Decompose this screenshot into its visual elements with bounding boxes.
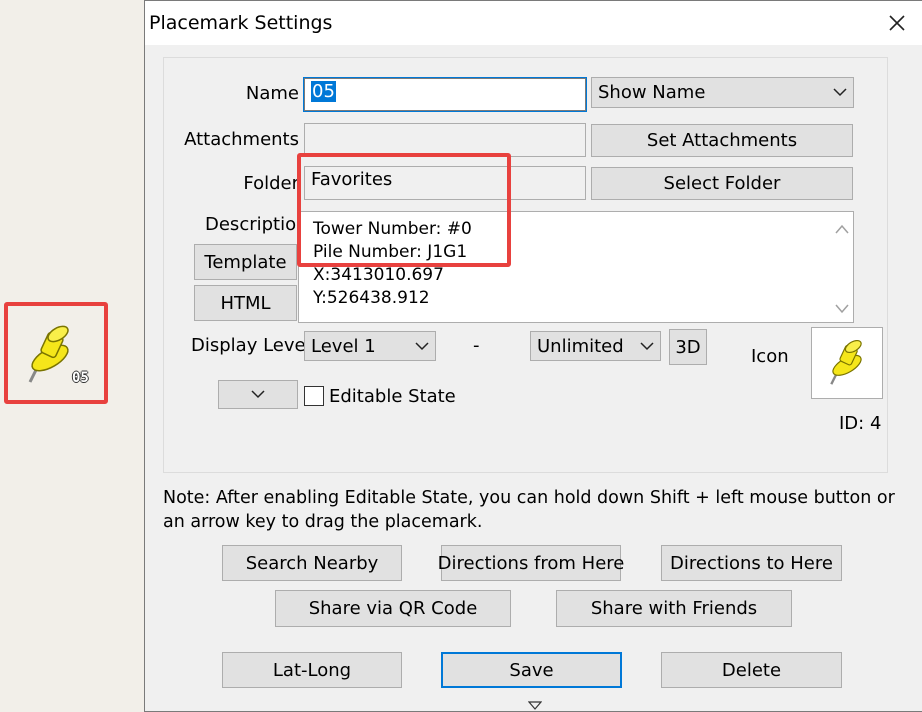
description-line: Tower Number: #0 — [313, 219, 472, 239]
chevron-down-icon — [415, 341, 429, 350]
chevron-down-icon — [833, 88, 847, 97]
close-button[interactable] — [882, 8, 912, 38]
share-qr-code-button[interactable]: Share via QR Code — [275, 590, 511, 627]
display-level-separator: - — [473, 335, 480, 356]
attachments-label: Attachments — [184, 129, 299, 150]
map-placemark-highlight[interactable]: 05 — [4, 302, 108, 404]
search-nearby-button[interactable]: Search Nearby — [222, 545, 402, 581]
description-textarea[interactable]: Tower Number: #0 Pile Number: J1G1 X:341… — [298, 211, 854, 323]
icon-id-label: ID: 4 — [839, 413, 882, 434]
icon-label: Icon — [751, 346, 789, 367]
pushpin-icon — [830, 339, 862, 385]
display-level-min-dropdown[interactable]: Level 1 — [304, 331, 436, 361]
close-icon — [889, 15, 905, 31]
dialog-title: Placemark Settings — [149, 12, 333, 34]
display-level-max-value: Unlimited — [537, 335, 624, 357]
lat-long-button[interactable]: Lat-Long — [222, 652, 402, 688]
chevron-down-icon — [251, 390, 265, 399]
scroll-down-icon[interactable] — [835, 304, 849, 314]
chevron-down-icon — [640, 341, 654, 350]
html-button[interactable]: HTML — [194, 285, 297, 321]
pushpin-icon[interactable] — [22, 324, 78, 386]
display-level-label: Display Level — [191, 335, 311, 356]
delete-button[interactable]: Delete — [661, 652, 842, 688]
3d-button[interactable]: 3D — [669, 329, 707, 365]
editable-state-checkbox[interactable] — [304, 386, 324, 406]
description-label: Description — [205, 214, 308, 235]
title-bar: Placemark Settings — [145, 1, 922, 45]
save-button[interactable]: Save — [441, 652, 622, 688]
share-with-friends-button[interactable]: Share with Friends — [556, 590, 792, 627]
scroll-up-icon[interactable] — [835, 224, 849, 234]
expand-down-icon[interactable] — [528, 701, 542, 710]
display-level-max-dropdown[interactable]: Unlimited — [530, 331, 661, 361]
select-folder-button[interactable]: Select Folder — [591, 167, 853, 200]
placemark-settings-dialog: Placemark Settings Name 05 Show Name Att… — [144, 0, 922, 712]
description-line: X:3413010.697 — [313, 265, 444, 285]
display-level-min-value: Level 1 — [311, 335, 376, 357]
directions-to-here-button[interactable]: Directions to Here — [661, 545, 842, 581]
name-input[interactable]: 05 — [303, 77, 587, 112]
placemark-label: 05 — [72, 370, 89, 386]
editable-state-note: Note: After enabling Editable State, you… — [163, 488, 895, 532]
description-line: Pile Number: J1G1 — [313, 242, 468, 262]
name-display-dropdown[interactable]: Show Name — [591, 77, 854, 108]
description-line: Y:526438.912 — [313, 288, 430, 308]
folder-label: Folder — [243, 173, 299, 194]
editable-state-label: Editable State — [329, 386, 456, 407]
folder-field: Favorites — [304, 166, 586, 200]
directions-from-here-button[interactable]: Directions from Here — [438, 545, 624, 581]
editable-options-dropdown[interactable] — [218, 380, 298, 409]
description-text: Tower Number: #0 Pile Number: J1G1 X:341… — [313, 218, 472, 310]
name-value: 05 — [311, 81, 336, 102]
attachments-field — [304, 123, 586, 157]
set-attachments-button[interactable]: Set Attachments — [591, 124, 853, 157]
name-display-value: Show Name — [598, 82, 706, 103]
icon-picker-button[interactable] — [811, 327, 883, 399]
template-button[interactable]: Template — [194, 244, 297, 280]
name-label: Name — [245, 83, 299, 104]
